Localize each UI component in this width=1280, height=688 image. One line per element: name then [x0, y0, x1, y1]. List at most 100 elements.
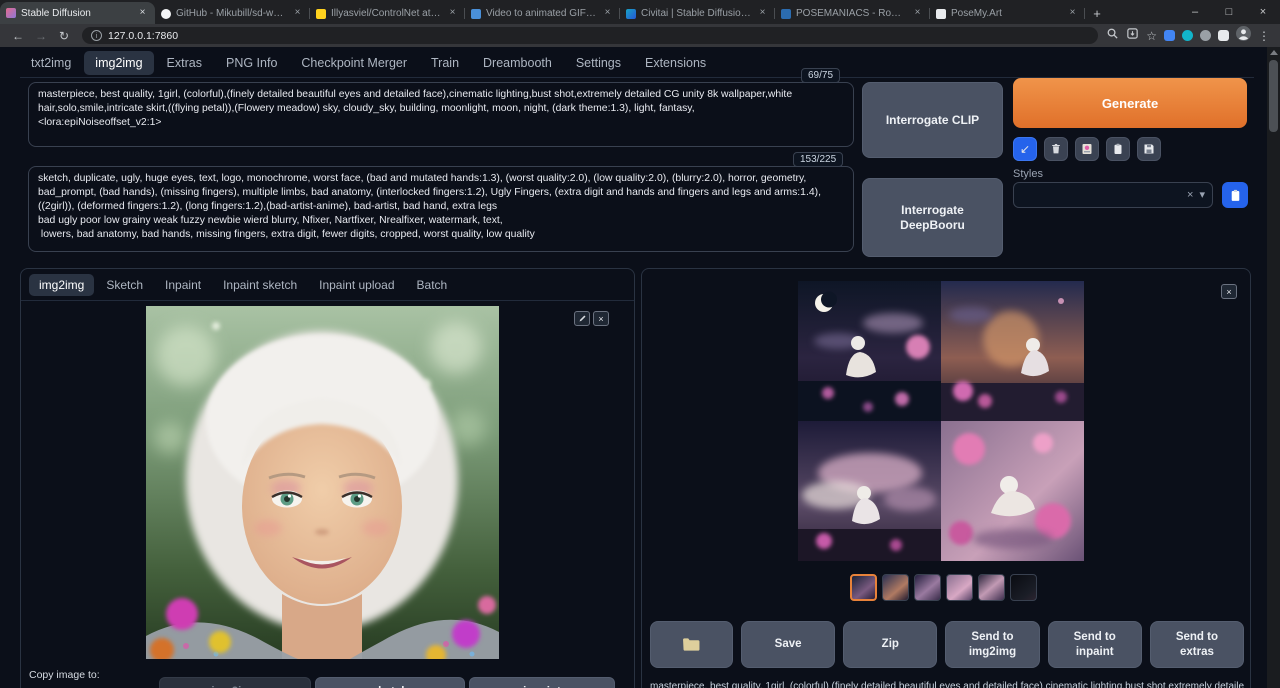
save-style-button[interactable]	[1137, 137, 1161, 161]
extension-icon-1[interactable]	[1164, 30, 1175, 41]
save-button[interactable]: Save	[741, 621, 835, 668]
thumbnail-5[interactable]	[978, 574, 1005, 601]
page-scrollbar[interactable]	[1267, 47, 1280, 688]
result-image-1[interactable]	[798, 281, 941, 421]
chevron-down-icon: ▾	[1199, 190, 1205, 201]
prompt-input[interactable]: masterpiece, best quality, 1girl, (color…	[28, 82, 854, 147]
thumbnail-1[interactable]	[850, 574, 877, 601]
main-tab-bar: txt2img img2img Extras PNG Info Checkpoi…	[20, 51, 1254, 78]
install-app-icon[interactable]	[1126, 27, 1139, 45]
copy-styles-button[interactable]	[1222, 182, 1248, 208]
interrogate-clip-button[interactable]: Interrogate CLIP	[862, 82, 1003, 158]
browser-tab-gif-converter[interactable]: Video to animated GIF converter ×	[465, 3, 620, 24]
clear-styles-icon[interactable]: ×	[1187, 190, 1193, 201]
tab-dreambooth[interactable]: Dreambooth	[472, 51, 563, 75]
gallery-actions: Save Zip Send to img2img Send to inpaint…	[650, 621, 1244, 668]
tab-close-icon[interactable]: ×	[1066, 7, 1079, 20]
mode-tab-inpaint-sketch[interactable]: Inpaint sketch	[213, 274, 307, 296]
posemyart-favicon	[936, 9, 946, 19]
forward-button[interactable]: →	[31, 26, 51, 46]
mode-tab-batch[interactable]: Batch	[407, 274, 458, 296]
remove-image-button[interactable]: ×	[593, 311, 609, 326]
profile-avatar[interactable]	[1236, 26, 1251, 46]
send-to-extras-button[interactable]: Send to extras	[1150, 621, 1244, 668]
bookmark-star-icon[interactable]: ☆	[1146, 30, 1157, 42]
tab-train[interactable]: Train	[420, 51, 470, 75]
extension-icon-4[interactable]	[1218, 30, 1229, 41]
send-to-inpaint-button[interactable]: Send to inpaint	[1048, 621, 1142, 668]
thumbnail-2[interactable]	[882, 574, 909, 601]
zoom-indicator-icon[interactable]	[1106, 27, 1119, 45]
copy-to-img2img-button[interactable]: img2img	[159, 677, 311, 688]
gif-converter-favicon	[471, 9, 481, 19]
browser-tab-civitai[interactable]: Civitai | Stable Diffusion model... ×	[620, 3, 775, 24]
interrogate-deepbooru-button[interactable]: Interrogate DeepBooru	[862, 178, 1003, 257]
new-tab-button[interactable]: +	[1085, 3, 1109, 24]
maximize-button[interactable]: □	[1212, 0, 1246, 24]
tab-extras[interactable]: Extras	[156, 51, 213, 75]
extension-icon-2[interactable]	[1182, 30, 1193, 41]
mode-tab-inpaint-upload[interactable]: Inpaint upload	[309, 274, 404, 296]
tab-settings[interactable]: Settings	[565, 51, 632, 75]
tab-png-info[interactable]: PNG Info	[215, 51, 288, 75]
browser-tab-stable-diffusion[interactable]: Stable Diffusion ×	[0, 2, 155, 24]
negative-prompt-input[interactable]: sketch, duplicate, ugly, huge eyes, text…	[28, 166, 854, 252]
result-image-3[interactable]	[798, 421, 941, 561]
img2img-input-panel: img2img Sketch Inpaint Inpaint sketch In…	[20, 268, 635, 688]
tab-close-icon[interactable]: ×	[756, 7, 769, 20]
close-window-button[interactable]: ×	[1246, 0, 1280, 24]
styles-dropdown[interactable]: × ▾	[1013, 182, 1213, 208]
tab-checkpoint-merger[interactable]: Checkpoint Merger	[290, 51, 418, 75]
zip-button[interactable]: Zip	[843, 621, 937, 668]
tab-close-icon[interactable]: ×	[446, 7, 459, 20]
paste-params-button[interactable]: ↙	[1013, 137, 1037, 161]
copy-to-inpaint-button[interactable]: inpaint	[469, 677, 615, 688]
url-text[interactable]: 127.0.0.1:7860	[108, 30, 178, 42]
mode-tab-sketch[interactable]: Sketch	[96, 274, 153, 296]
tab-extensions[interactable]: Extensions	[634, 51, 717, 75]
open-folder-button[interactable]	[650, 621, 733, 668]
browser-tab-controlnet[interactable]: Illyasviel/ControlNet at main ×	[310, 3, 465, 24]
apply-style-button[interactable]	[1106, 137, 1130, 161]
mode-tab-img2img[interactable]: img2img	[29, 274, 94, 296]
browser-tab-posemyart[interactable]: PoseMy.Art ×	[930, 3, 1085, 24]
tab-title: POSEMANIACS - Royalty free 3...	[796, 8, 906, 19]
tab-close-icon[interactable]: ×	[136, 7, 149, 20]
browser-toolbar: ← → ↻ i 127.0.0.1:7860 ☆ ⋮	[0, 24, 1280, 47]
tab-title: Civitai | Stable Diffusion model...	[641, 8, 751, 19]
scrollbar-thumb[interactable]	[1269, 60, 1278, 132]
minimize-button[interactable]: –	[1178, 0, 1212, 24]
thumbnail-6[interactable]	[1010, 574, 1037, 601]
clear-prompt-button[interactable]	[1044, 137, 1068, 161]
divider	[21, 300, 634, 301]
address-bar[interactable]: i 127.0.0.1:7860	[82, 27, 1098, 44]
mode-tab-inpaint[interactable]: Inpaint	[155, 274, 211, 296]
browser-tab-github[interactable]: GitHub - Mikubill/sd-webui-con... ×	[155, 3, 310, 24]
result-image-4[interactable]	[941, 421, 1084, 561]
site-info-icon[interactable]: i	[91, 30, 102, 41]
scrollbar-up-arrow[interactable]	[1270, 50, 1278, 55]
send-to-img2img-button[interactable]: Send to img2img	[945, 621, 1039, 668]
result-image-2[interactable]	[941, 281, 1084, 421]
browser-tab-posemaniacs[interactable]: POSEMANIACS - Royalty free 3... ×	[775, 3, 930, 24]
tab-close-icon[interactable]: ×	[911, 7, 924, 20]
generate-button[interactable]: Generate	[1013, 78, 1247, 128]
window-controls: – □ ×	[1178, 0, 1280, 24]
reload-button[interactable]: ↻	[54, 26, 74, 46]
extension-icon-3[interactable]	[1200, 30, 1211, 41]
tab-img2img[interactable]: img2img	[84, 51, 153, 75]
thumbnail-strip	[850, 574, 1037, 601]
source-image[interactable]	[146, 306, 499, 659]
close-gallery-button[interactable]: ×	[1221, 284, 1237, 299]
thumbnail-3[interactable]	[914, 574, 941, 601]
edit-image-button[interactable]	[574, 311, 590, 326]
back-button[interactable]: ←	[8, 26, 28, 46]
tab-close-icon[interactable]: ×	[291, 7, 304, 20]
tab-close-icon[interactable]: ×	[601, 7, 614, 20]
result-image-grid	[798, 281, 1084, 561]
extra-networks-button[interactable]	[1075, 137, 1099, 161]
thumbnail-4[interactable]	[946, 574, 973, 601]
copy-to-sketch-button[interactable]: sketch	[315, 677, 465, 688]
tab-txt2img[interactable]: txt2img	[20, 51, 82, 75]
browser-menu-icon[interactable]: ⋮	[1258, 30, 1270, 42]
